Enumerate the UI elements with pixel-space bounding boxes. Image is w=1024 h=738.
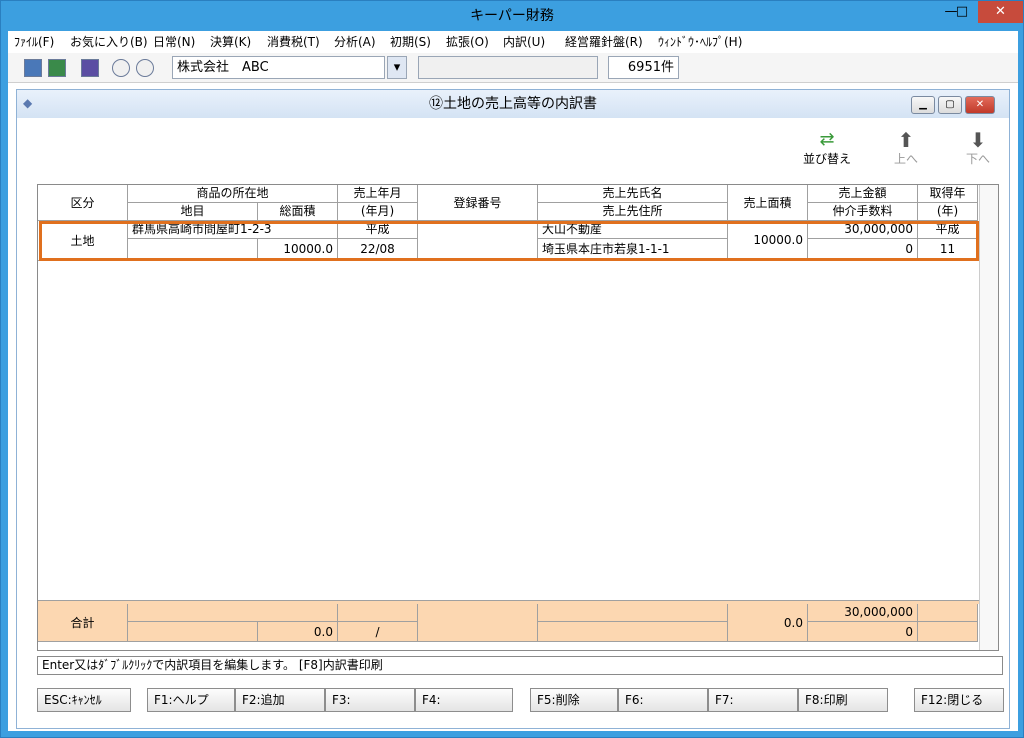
header-kubun: 区分	[38, 185, 128, 221]
header-commission: 仲介手数料	[808, 203, 918, 221]
window-icon[interactable]	[81, 59, 99, 77]
total-sale-ym: /	[338, 622, 418, 642]
move-down-label: 下へ	[965, 152, 990, 166]
menu-tax[interactable]: 消費税(T)	[267, 34, 320, 50]
total-commission: 0	[808, 622, 918, 642]
child-window-title: ⑫土地の売上高等の内訳書	[17, 90, 1009, 118]
total-buyer-name	[538, 604, 728, 622]
f5-delete-button[interactable]: F5:削除	[530, 688, 618, 712]
header-sale-area: 売上面積	[728, 185, 808, 221]
menu-extend[interactable]: 拡張(O)	[446, 34, 489, 50]
total-area-total: 0.0	[258, 622, 338, 642]
header-sale-ym-unit: (年月)	[338, 203, 418, 221]
screen-icon[interactable]	[24, 59, 42, 77]
esc-cancel-button[interactable]: ESC:ｷｬﾝｾﾙ	[37, 688, 131, 712]
header-area-total: 総面積	[258, 203, 338, 221]
row-buyer-addr: 埼玉県本庄市若泉1-1-1	[538, 239, 728, 259]
row-acq-year: 11	[918, 239, 978, 259]
total-sale-amount: 30,000,000	[808, 604, 918, 622]
close-button[interactable]: ✕	[978, 1, 1023, 23]
row-location: 群馬県高崎市問屋町1-2-3	[128, 221, 338, 239]
total-buyer-addr	[538, 622, 728, 642]
zoom-in-icon[interactable]	[112, 59, 130, 77]
move-up-label: 上へ	[893, 152, 918, 166]
table-row[interactable]: 土地 群馬県高崎市問屋町1-2-3 10000.0 平成 22/08 大山不動産…	[38, 221, 979, 261]
total-sale-era	[338, 604, 418, 622]
masked-field	[418, 56, 598, 79]
row-sale-amount: 30,000,000	[808, 221, 918, 239]
total-acq-era	[918, 604, 978, 622]
row-buyer-name: 大山不動産	[538, 221, 728, 239]
child-window: ⑫土地の売上高等の内訳書 ◆ ▁ ▢ ✕ ⇄ 並び替え ⬆ 上へ ⬇ 下へ 区分…	[16, 89, 1010, 729]
workspace: ⑫土地の売上高等の内訳書 ◆ ▁ ▢ ✕ ⇄ 並び替え ⬆ 上へ ⬇ 下へ 区分…	[8, 83, 1018, 731]
status-message: Enter又はﾀﾞﾌﾞﾙｸﾘｯｸで内訳項目を編集します。 [F8]内訳書印刷	[37, 656, 1003, 675]
sort-button[interactable]: ⇄ 並び替え	[799, 130, 855, 167]
child-close-button[interactable]: ✕	[965, 96, 995, 114]
header-chimoku: 地目	[128, 203, 258, 221]
f7-button[interactable]: F7:	[708, 688, 798, 712]
window-title: キーパー財務	[470, 8, 554, 24]
header-buyer-name: 売上先氏名	[538, 185, 728, 203]
menu-initial[interactable]: 初期(S)	[390, 34, 431, 50]
sort-label: 並び替え	[802, 152, 851, 166]
arrow-down-icon: ⬇	[969, 128, 987, 152]
row-area-total: 10000.0	[258, 239, 338, 259]
row-sale-area: 10000.0	[728, 221, 808, 259]
document-icon: ◆	[23, 96, 33, 110]
move-up-button[interactable]: ⬆ 上へ	[883, 130, 929, 167]
record-count: 6951件	[608, 56, 679, 79]
total-label: 合計	[38, 604, 128, 642]
screen-add-icon[interactable]	[48, 59, 66, 77]
f12-close-button[interactable]: F12:閉じる	[914, 688, 1004, 712]
f6-button[interactable]: F6:	[618, 688, 708, 712]
row-acq-era: 平成	[918, 221, 978, 239]
zoom-out-icon[interactable]	[136, 59, 154, 77]
f3-button[interactable]: F3:	[325, 688, 415, 712]
maximize-icon[interactable]: □	[947, 1, 977, 23]
menu-favorites[interactable]: お気に入り(B)	[70, 34, 148, 50]
menu-breakdown[interactable]: 内訳(U)	[503, 34, 545, 50]
header-buyer-addr: 売上先住所	[538, 203, 728, 221]
total-acq-year	[918, 622, 978, 642]
header-location: 商品の所在地	[128, 185, 338, 203]
total-location	[128, 604, 338, 622]
header-acq-year: 取得年	[918, 185, 978, 203]
header-sale-ym: 売上年月	[338, 185, 418, 203]
f2-add-button[interactable]: F2:追加	[235, 688, 325, 712]
row-sale-ym: 22/08	[338, 239, 418, 259]
total-chimoku	[128, 622, 258, 642]
chevron-down-icon[interactable]: ▾	[387, 56, 407, 79]
move-down-button[interactable]: ⬇ 下へ	[955, 130, 1001, 167]
header-acq-year-unit: (年)	[918, 203, 978, 221]
menu-window-help[interactable]: ｳｨﾝﾄﾞｳ･ﾍﾙﾌﾟ(H)	[658, 34, 742, 50]
total-reg-no	[418, 604, 538, 642]
row-reg-no	[418, 221, 538, 259]
header-reg-no: 登録番号	[418, 185, 538, 221]
arrow-up-icon: ⬆	[897, 128, 915, 152]
menu-bar: ﾌｧｲﾙ(F) お気に入り(B) 日常(N) 決算(K) 消費税(T) 分析(A…	[8, 31, 1018, 53]
sort-icon: ⇄	[819, 129, 835, 150]
company-select[interactable]: 株式会社 ABC	[172, 56, 385, 79]
row-sale-era: 平成	[338, 221, 418, 239]
toolbar: 株式会社 ABC ▾ 6951件	[8, 53, 1018, 83]
vertical-scrollbar[interactable]	[979, 185, 998, 650]
row-kubun: 土地	[38, 221, 128, 261]
row-chimoku	[128, 239, 258, 259]
total-sale-area: 0.0	[728, 604, 808, 642]
f8-print-button[interactable]: F8:印刷	[798, 688, 888, 712]
f4-button[interactable]: F4:	[415, 688, 513, 712]
app-window: キーパー財務 — □ ✕ ﾌｧｲﾙ(F) お気に入り(B) 日常(N) 決算(K…	[0, 0, 1024, 738]
menu-settlement[interactable]: 決算(K)	[210, 34, 251, 50]
row-commission: 0	[808, 239, 918, 259]
menu-compass[interactable]: 経営羅針盤(R)	[565, 34, 643, 50]
child-restore-button[interactable]: ▢	[938, 96, 962, 114]
f1-help-button[interactable]: F1:ヘルプ	[147, 688, 235, 712]
menu-analysis[interactable]: 分析(A)	[334, 34, 376, 50]
child-minimize-button[interactable]: ▁	[911, 96, 935, 114]
header-sale-amount: 売上金額	[808, 185, 918, 203]
menu-file[interactable]: ﾌｧｲﾙ(F)	[14, 34, 54, 50]
menu-daily[interactable]: 日常(N)	[153, 34, 195, 50]
